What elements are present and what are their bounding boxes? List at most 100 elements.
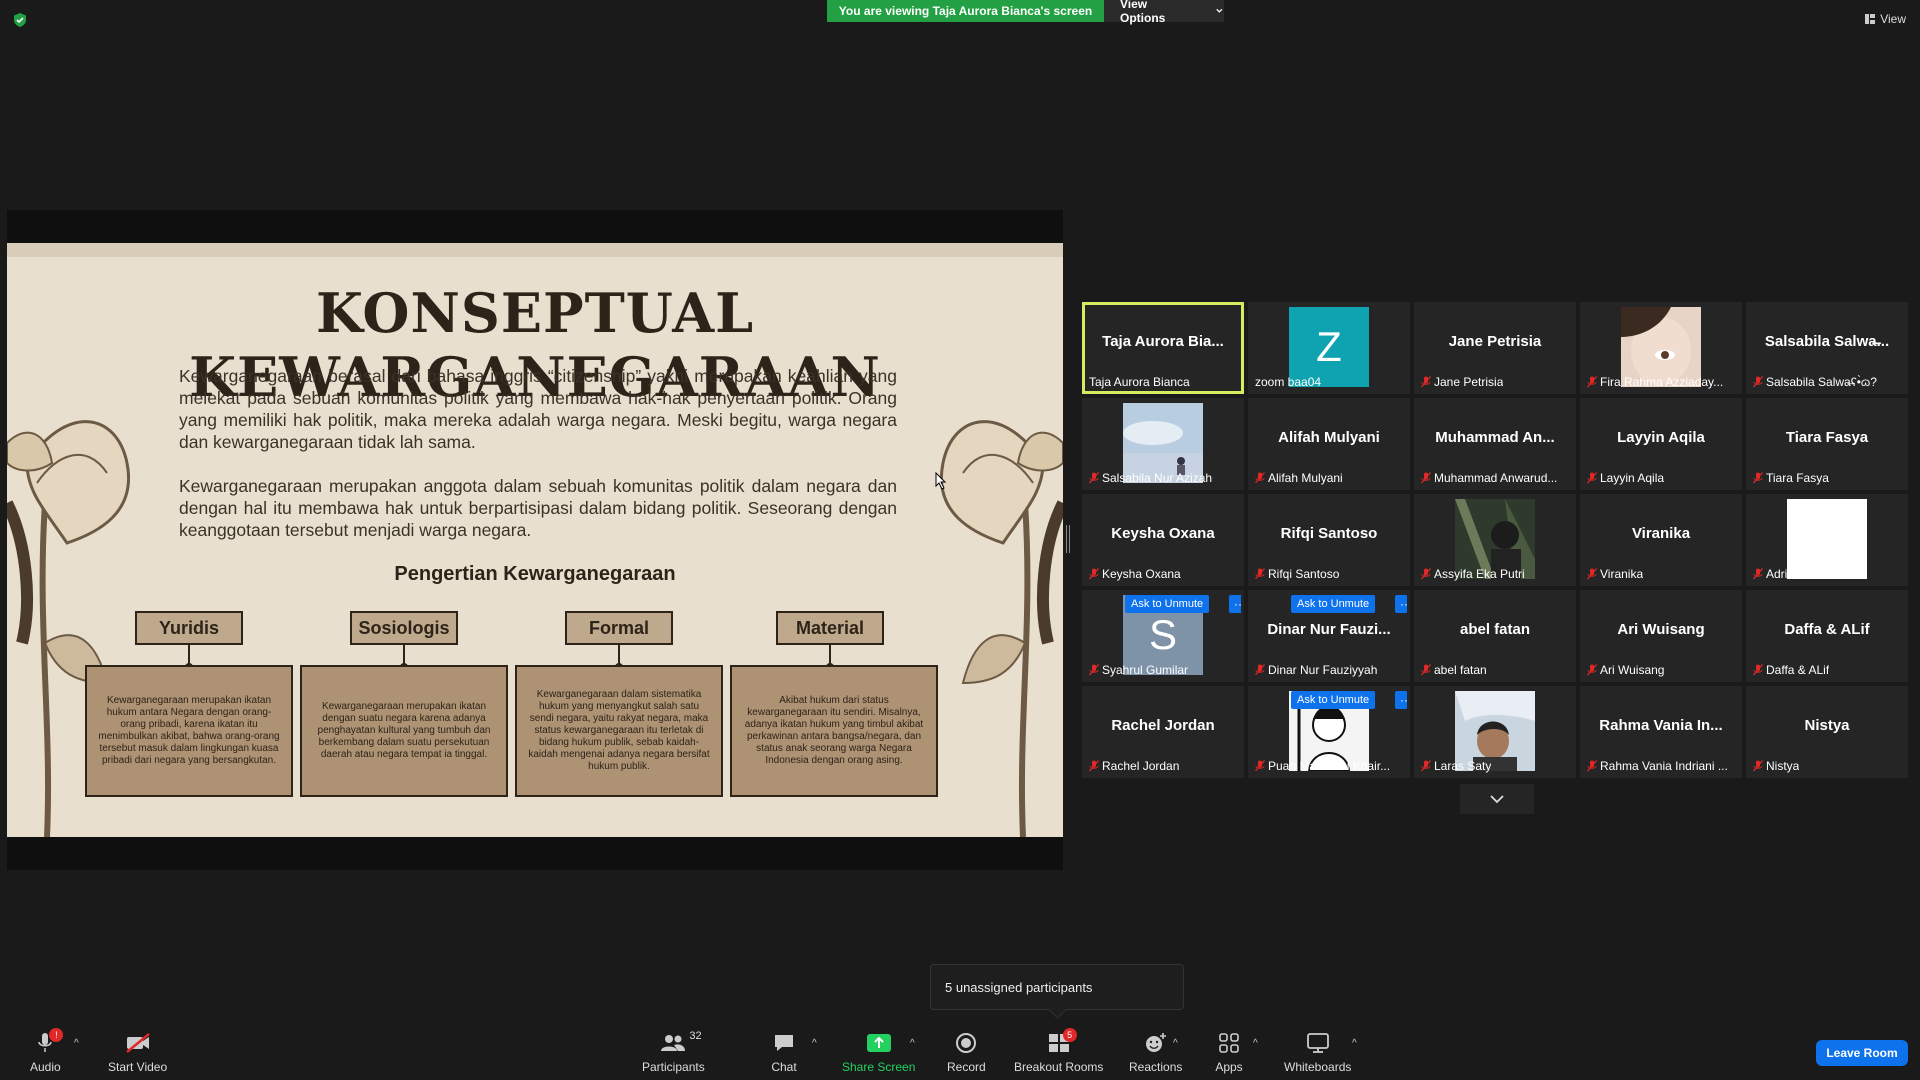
participant-name-label: Adrian Akbar <box>1753 567 1835 581</box>
participant-tile[interactable]: Taja Aurora Bia... Taja Aurora Bianca <box>1082 302 1244 394</box>
participants-count: 32 <box>689 1030 702 1042</box>
participant-name: Keysha Oxana <box>1102 567 1181 581</box>
participant-name-label: zoom baa04 <box>1255 375 1321 389</box>
participant-name-label: Salsabila Salwa̶ʕ•̀ɷ? <box>1753 375 1877 389</box>
participant-tile[interactable]: Alifah Mulyani Alifah Mulyani <box>1248 398 1410 490</box>
participant-tile[interactable]: Tiara Fasya Tiara Fasya <box>1746 398 1908 490</box>
muted-microphone-icon <box>1587 568 1597 580</box>
chat-bubble-icon <box>775 1035 793 1051</box>
participant-display-name: Alifah Mulyani <box>1278 429 1380 446</box>
chat-options-caret-icon[interactable]: ^ <box>812 1038 817 1049</box>
security-shield-icon[interactable] <box>12 12 28 28</box>
participant-name: abel fatan <box>1434 663 1487 677</box>
chevron-down-icon <box>1490 795 1504 804</box>
participant-tile[interactable]: Salsabila Salwa̶... Salsabila Salwa̶ʕ•̀ɷ? <box>1746 302 1908 394</box>
grid-view-icon <box>1865 14 1876 24</box>
unassigned-participants-popup[interactable]: 5 unassigned participants <box>930 964 1184 1010</box>
participant-tile[interactable]: Ask to Unmute ··· Puan Maharani Khair... <box>1248 686 1410 778</box>
concept-connector <box>826 645 834 671</box>
participant-tile[interactable]: Rahma Vania In... Rahma Vania Indriani ..… <box>1580 686 1742 778</box>
whiteboards-options-caret-icon[interactable]: ^ <box>1352 1038 1357 1049</box>
reactions-button[interactable]: Reactions <box>1129 1030 1182 1074</box>
participant-tile[interactable]: Laras Saty <box>1414 686 1576 778</box>
apps-button[interactable]: Apps <box>1215 1030 1243 1074</box>
participant-display-name: Tiara Fasya <box>1785 429 1869 446</box>
participant-name: Salsabila Nur Azizah <box>1102 471 1213 485</box>
whiteboards-button[interactable]: Whiteboards <box>1284 1030 1351 1074</box>
start-video-button[interactable]: Start Video <box>108 1030 167 1074</box>
participant-name-label: Jane Petrisia <box>1421 375 1503 389</box>
participant-name: Dinar Nur Fauziyyah <box>1268 663 1378 677</box>
muted-microphone-icon <box>1421 568 1431 580</box>
participant-tile[interactable]: Salsabila Nur Azizah <box>1082 398 1244 490</box>
participant-tile[interactable]: Fira Rahma Azziaday... <box>1580 302 1742 394</box>
participant-tile[interactable]: Dinar Nur Fauzi... Ask to Unmute ··· Dinar … <box>1248 590 1410 682</box>
slide-paragraph-1: Kewarganegaraan berasal dari bahasa ingg… <box>179 366 897 452</box>
ask-to-unmute-button[interactable]: Ask to Unmute <box>1125 595 1210 613</box>
participant-display-name: Salsabila Salwa̶... <box>1764 333 1890 350</box>
view-button[interactable]: View <box>1864 12 1906 26</box>
gallery-next-page-button[interactable] <box>1460 784 1534 814</box>
muted-microphone-icon <box>1753 472 1763 484</box>
chat-label: Chat <box>771 1060 797 1074</box>
participant-name-label: Taja Aurora Bianca <box>1089 375 1190 389</box>
chat-button[interactable]: Chat <box>770 1030 798 1074</box>
muted-microphone-icon <box>1753 760 1763 772</box>
muted-microphone-icon <box>1587 376 1597 388</box>
concept-box-formal: Kewarganegaraan dalam sistematika hukum … <box>515 665 723 797</box>
participant-tile[interactable]: Rachel Jordan Rachel Jordan <box>1082 686 1244 778</box>
audio-options-caret-icon[interactable]: ^ <box>74 1038 79 1049</box>
participant-display-name: Taja Aurora Bia... <box>1102 333 1224 350</box>
participants-button[interactable]: 32 Participants <box>642 1030 705 1074</box>
concept-box-sosiologis: Kewarganegaraan merupakan ikatan dengan … <box>300 665 508 797</box>
ask-to-unmute-button[interactable]: Ask to Unmute <box>1291 691 1376 709</box>
participant-name: Layyin Aqila <box>1600 471 1665 485</box>
slide-paper-edge <box>7 243 1063 257</box>
participant-tile[interactable]: Viranika Viranika <box>1580 494 1742 586</box>
participant-tile[interactable]: Zzoom baa04 <box>1248 302 1410 394</box>
more-options-button[interactable]: ··· <box>1395 691 1407 709</box>
presentation-slide: KONSEPTUAL KEWARGANEGARAAN Kewarganegara… <box>7 243 1063 837</box>
concept-label-yuridis: Yuridis <box>135 611 243 645</box>
view-options-button[interactable]: View Options <box>1104 0 1224 25</box>
share-screen-button[interactable]: Share Screen <box>842 1030 915 1074</box>
reactions-options-caret-icon[interactable]: ^ <box>1173 1038 1178 1049</box>
participant-display-name: Rahma Vania In... <box>1599 717 1723 734</box>
more-options-button[interactable]: ··· <box>1395 595 1407 613</box>
whiteboard-icon <box>1306 1033 1329 1053</box>
participant-name: Ari Wuisang <box>1600 663 1665 677</box>
more-options-button[interactable]: ··· <box>1229 595 1241 613</box>
participant-gallery: Taja Aurora Bia... Taja Aurora Bianca Zzoo… <box>1082 302 1908 778</box>
participant-tile[interactable]: Keysha Oxana Keysha Oxana <box>1082 494 1244 586</box>
participant-tile[interactable]: Nistya Nistya <box>1746 686 1908 778</box>
participant-tile[interactable]: Rifqi Santoso Rifqi Santoso <box>1248 494 1410 586</box>
meeting-toolbar: ! Audio ^ Start Video 32 Participants Ch… <box>0 1024 1920 1080</box>
participant-name-label: Assyifa Eka Putri <box>1421 567 1525 581</box>
share-options-caret-icon[interactable]: ^ <box>910 1038 915 1049</box>
participant-tile[interactable]: Daffa & ALif Daffa & ALif <box>1746 590 1908 682</box>
ask-to-unmute-button[interactable]: Ask to Unmute <box>1291 595 1376 613</box>
participant-tile[interactable]: abel fatan abel fatan <box>1414 590 1576 682</box>
audio-button[interactable]: ! Audio <box>30 1028 64 1074</box>
video-off-icon <box>125 1033 150 1053</box>
breakout-rooms-button[interactable]: 5 Breakout Rooms <box>1014 1028 1103 1074</box>
participant-display-name: Dinar Nur Fauzi... <box>1267 621 1391 638</box>
participant-tile[interactable]: Adrian Akbar <box>1746 494 1908 586</box>
participant-name: Rifqi Santoso <box>1268 567 1340 581</box>
participant-name: Alifah Mulyani <box>1268 471 1343 485</box>
participant-name-label: abel fatan <box>1421 663 1487 677</box>
participant-tile[interactable]: Muhammad An... Muhammad Anwarud... <box>1414 398 1576 490</box>
participant-tile[interactable]: Layyin Aqila Layyin Aqila <box>1580 398 1742 490</box>
apps-options-caret-icon[interactable]: ^ <box>1253 1038 1258 1049</box>
participant-tile[interactable]: Ari Wuisang Ari Wuisang <box>1580 590 1742 682</box>
smiley-plus-icon <box>1145 1033 1166 1052</box>
participant-name: Salsabila Salwa̶ʕ•̀ɷ? <box>1766 375 1877 389</box>
panel-resize-handle[interactable] <box>1066 525 1070 553</box>
participant-display-name: Ari Wuisang <box>1617 621 1705 638</box>
participant-name-label: Rachel Jordan <box>1089 759 1179 773</box>
leave-room-button[interactable]: Leave Room <box>1816 1040 1908 1066</box>
participant-tile[interactable]: Jane Petrisia Jane Petrisia <box>1414 302 1576 394</box>
participant-tile[interactable]: Assyifa Eka Putri <box>1414 494 1576 586</box>
record-button[interactable]: Record <box>947 1030 986 1074</box>
participant-tile[interactable]: SAsk to Unmute···Syahrul Gumilar <box>1082 590 1244 682</box>
